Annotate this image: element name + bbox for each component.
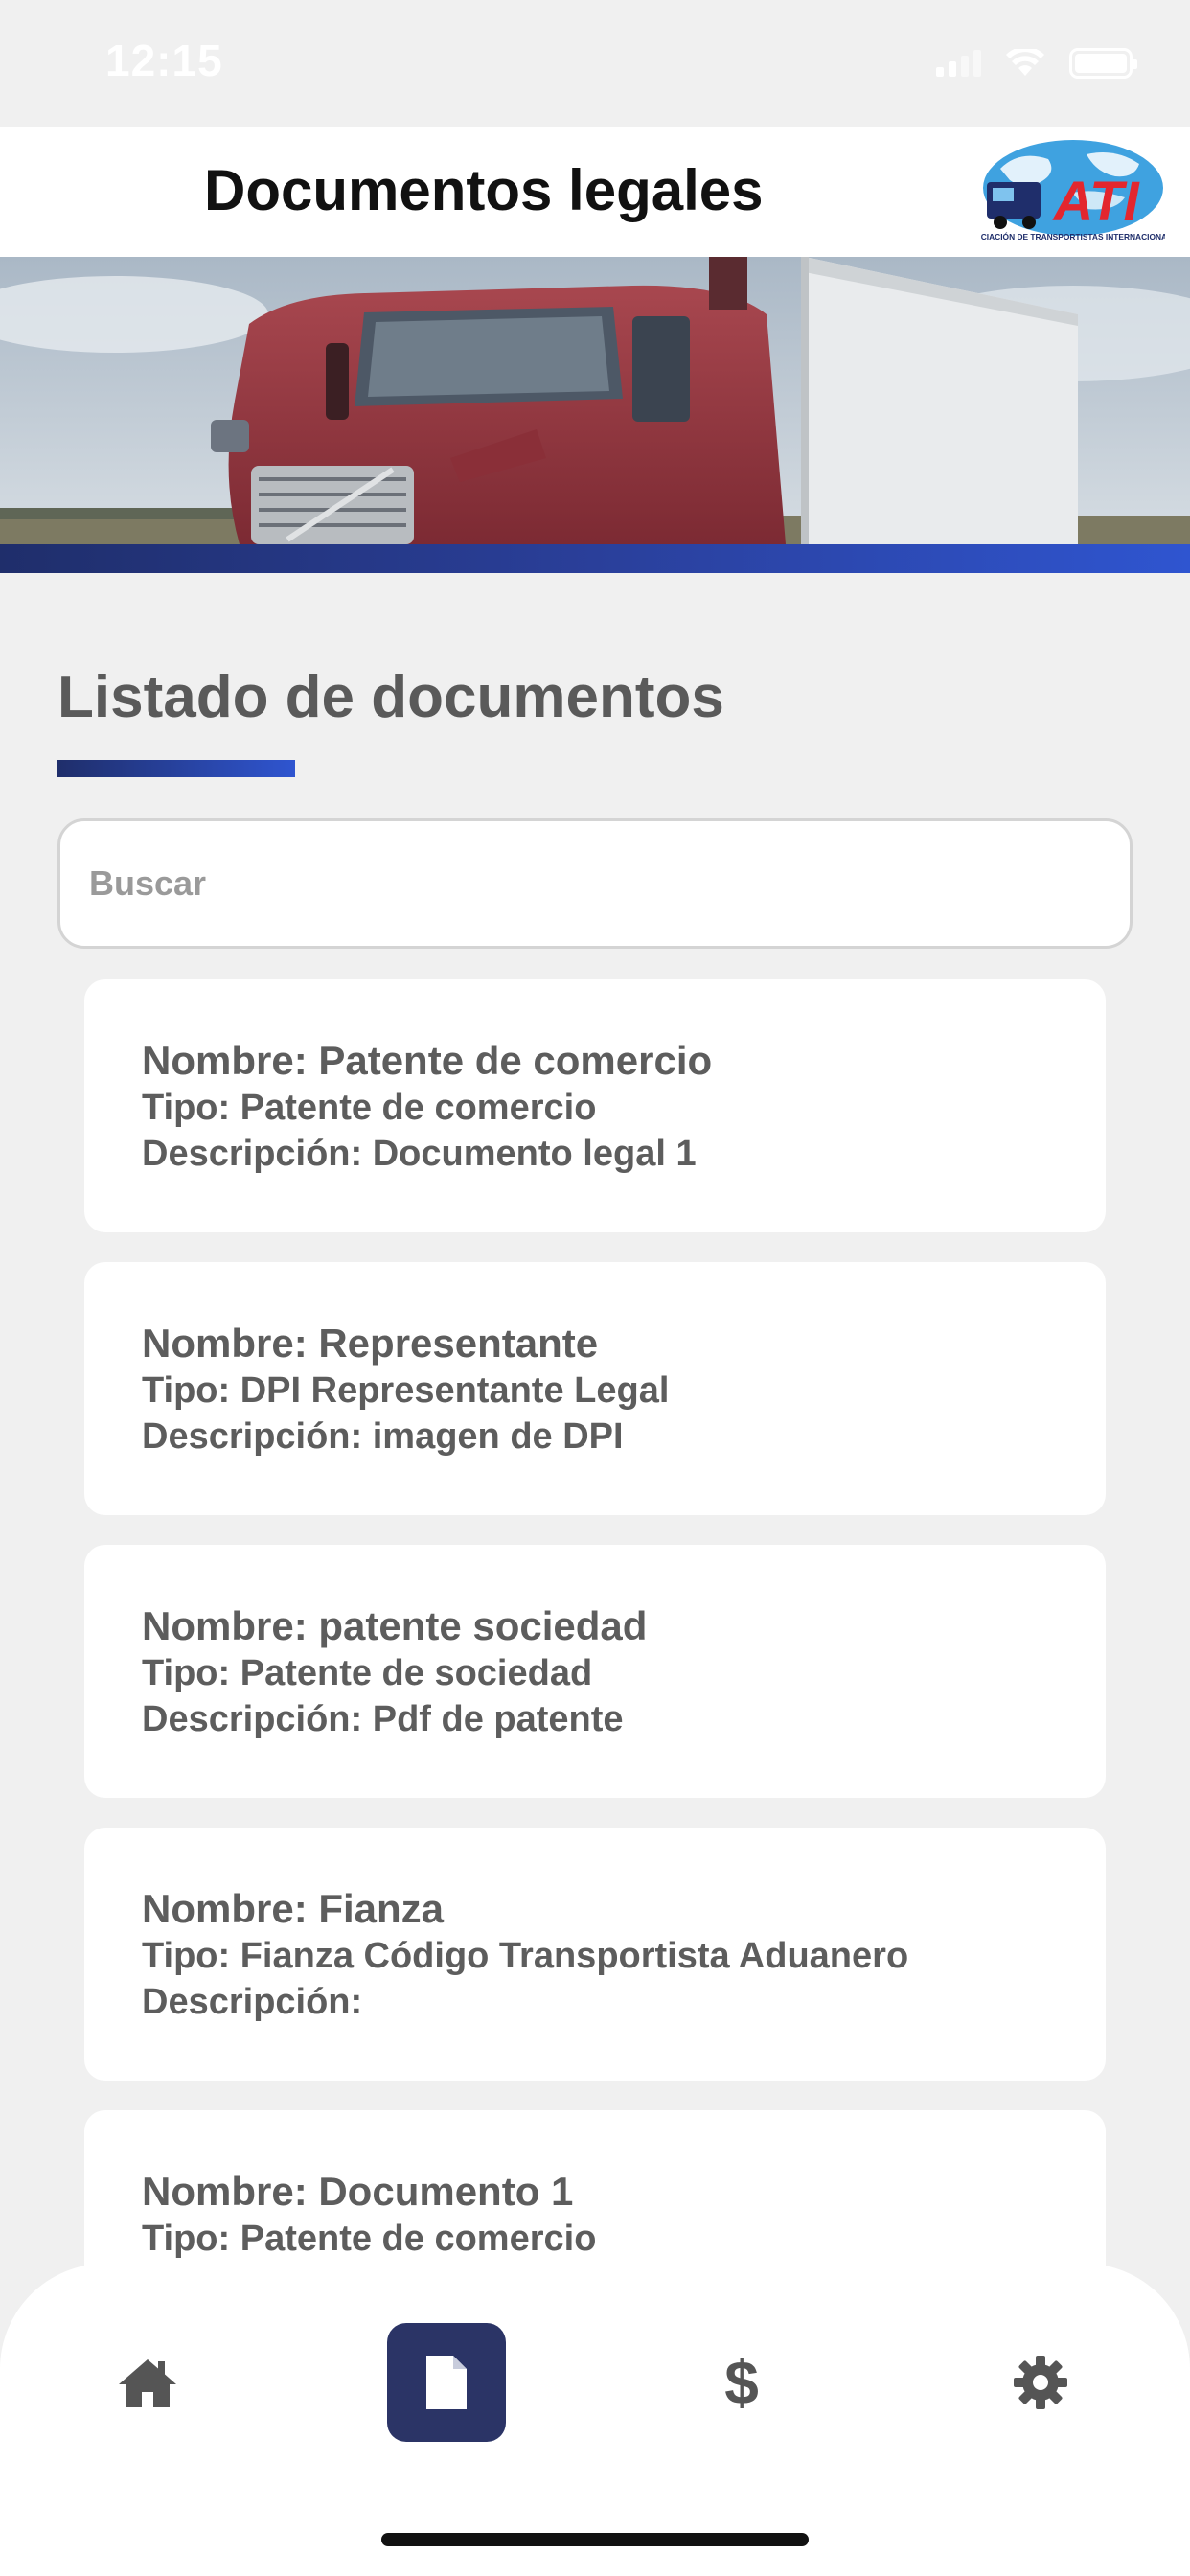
header-banner-image — [0, 257, 1190, 544]
document-type: Tipo: Patente de sociedad — [142, 1653, 593, 1693]
document-description: Descripción: Pdf de patente — [142, 1699, 624, 1739]
status-bar: 12:15 — [0, 0, 1190, 126]
signal-icon — [936, 50, 981, 77]
document-card[interactable]: Nombre: patente sociedad Tipo: Patente d… — [84, 1545, 1106, 1798]
document-description: Descripción: — [142, 1982, 363, 2022]
battery-icon — [1069, 48, 1137, 79]
document-type: Tipo: DPI Representante Legal — [142, 1370, 670, 1411]
document-card[interactable]: Nombre: Fianza Tipo: Fianza Código Trans… — [84, 1828, 1106, 2081]
document-list: Nombre: Patente de comercio Tipo: Patent… — [84, 979, 1106, 2393]
svg-text:ATI: ATI — [1051, 171, 1140, 233]
document-name: Nombre: Documento 1 — [142, 2169, 574, 2214]
banner-accent-strip — [0, 544, 1190, 573]
section-title-underline — [57, 760, 295, 777]
wifi-icon — [1006, 49, 1044, 76]
gear-icon — [1014, 2356, 1067, 2409]
document-description: Descripción: Documento legal 1 — [142, 1134, 697, 1174]
nav-home[interactable] — [88, 2323, 207, 2442]
document-name: Nombre: Patente de comercio — [142, 1038, 713, 1083]
search-input[interactable] — [57, 818, 1133, 949]
dollar-icon: $ — [724, 2348, 759, 2417]
page-title: Documentos legales — [204, 158, 764, 222]
document-name: Nombre: patente sociedad — [142, 1603, 648, 1648]
document-icon — [426, 2356, 467, 2409]
home-indicator — [381, 2533, 809, 2546]
document-type: Tipo: Fianza Código Transportista Aduane… — [142, 1936, 909, 1976]
document-description: Descripción: imagen de DPI — [142, 1416, 624, 1457]
document-name: Nombre: Fianza — [142, 1886, 445, 1931]
home-icon — [119, 2359, 176, 2407]
nav-settings[interactable] — [981, 2323, 1100, 2442]
status-icons — [936, 48, 1137, 79]
ati-logo: ATI ASOCIACIÓN DE TRANSPORTISTAS INTERNA… — [981, 140, 1165, 242]
nav-payments[interactable]: $ — [682, 2323, 801, 2442]
section-title: Listado de documentos — [57, 664, 724, 730]
nav-documents[interactable] — [387, 2323, 506, 2442]
document-type: Tipo: Patente de comercio — [142, 2219, 597, 2259]
document-card[interactable]: Nombre: Patente de comercio Tipo: Patent… — [84, 979, 1106, 1232]
document-name: Nombre: Representante — [142, 1321, 599, 1366]
status-time: 12:15 — [105, 35, 223, 85]
app-header: Documentos legales ATI ASOCIACIÓN DE TRA… — [0, 126, 1190, 257]
svg-text:ASOCIACIÓN DE TRANSPORTISTAS I: ASOCIACIÓN DE TRANSPORTISTAS INTERNACION… — [981, 231, 1165, 242]
document-type: Tipo: Patente de comercio — [142, 1088, 597, 1128]
document-card[interactable]: Nombre: Representante Tipo: DPI Represen… — [84, 1262, 1106, 1515]
bottom-nav: $ — [0, 2264, 1190, 2576]
